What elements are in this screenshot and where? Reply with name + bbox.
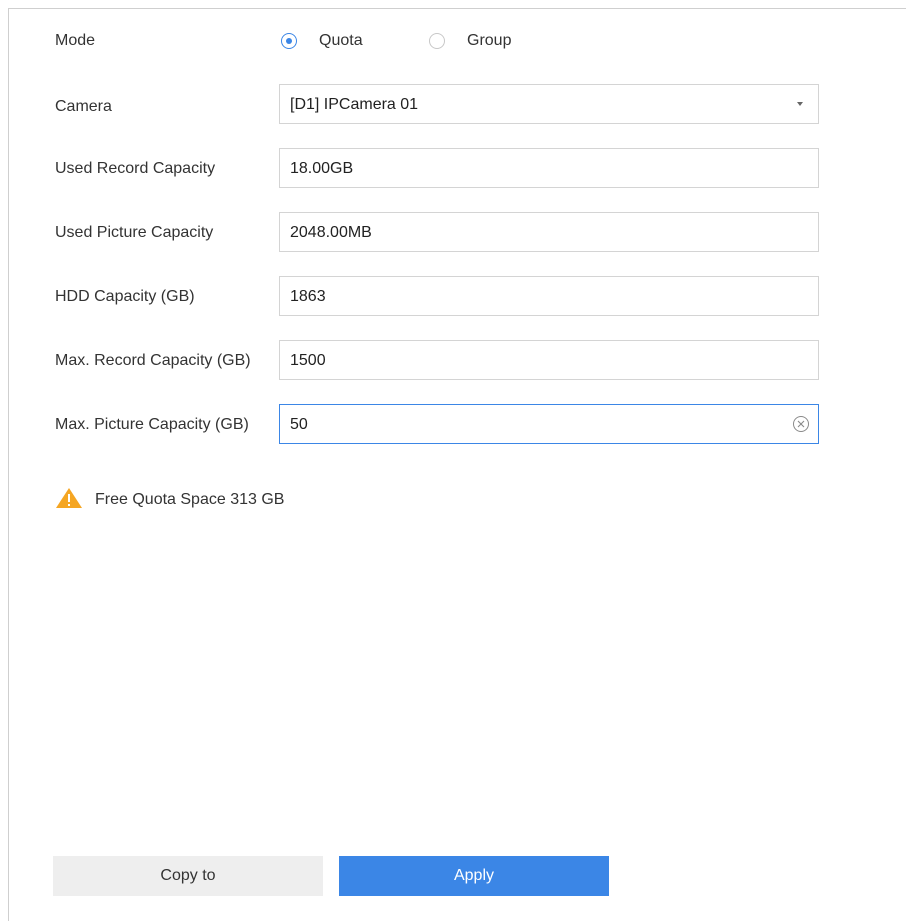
max-record-capacity-input[interactable]: 1500	[279, 340, 819, 380]
max-record-capacity-label: Max. Record Capacity (GB)	[55, 352, 251, 369]
chevron-down-icon[interactable]	[782, 85, 818, 123]
camera-select-value: [D1] IPCamera 01	[290, 96, 419, 113]
max-record-capacity-value: 1500	[290, 352, 326, 369]
used-record-capacity-field[interactable]: 18.00GB	[279, 148, 819, 188]
used-picture-capacity-value: 2048.00MB	[290, 224, 372, 241]
quota-radio[interactable]	[281, 33, 297, 49]
mode-radio-group: Quota Group	[281, 31, 541, 53]
clear-icon[interactable]	[792, 415, 810, 433]
mode-label: Mode	[55, 32, 96, 49]
free-quota-text: Free Quota Space 313 GB	[95, 491, 285, 508]
max-picture-capacity-label: Max. Picture Capacity (GB)	[55, 416, 249, 433]
max-picture-capacity-value: 50	[290, 416, 308, 433]
hdd-capacity-label: HDD Capacity (GB)	[55, 288, 195, 305]
used-picture-capacity-label: Used Picture Capacity	[55, 224, 214, 241]
hdd-capacity-value: 1863	[290, 288, 326, 305]
hdd-capacity-field[interactable]: 1863	[279, 276, 819, 316]
max-picture-capacity-input[interactable]: 50	[279, 404, 819, 444]
group-radio-label[interactable]: Group	[467, 31, 511, 51]
copy-to-button[interactable]: Copy to	[53, 856, 323, 896]
warning-icon	[55, 487, 83, 514]
used-picture-capacity-field[interactable]: 2048.00MB	[279, 212, 819, 252]
used-record-capacity-value: 18.00GB	[290, 160, 354, 177]
group-radio[interactable]	[429, 33, 445, 49]
camera-label: Camera	[55, 98, 112, 115]
apply-button[interactable]: Apply	[339, 856, 609, 896]
camera-select[interactable]: [D1] IPCamera 01	[279, 84, 819, 124]
quota-settings-panel: Mode Quota Group Camera [D1] IPCamera 01…	[8, 8, 906, 921]
used-record-capacity-label: Used Record Capacity	[55, 160, 216, 177]
quota-radio-label[interactable]: Quota	[319, 31, 363, 51]
